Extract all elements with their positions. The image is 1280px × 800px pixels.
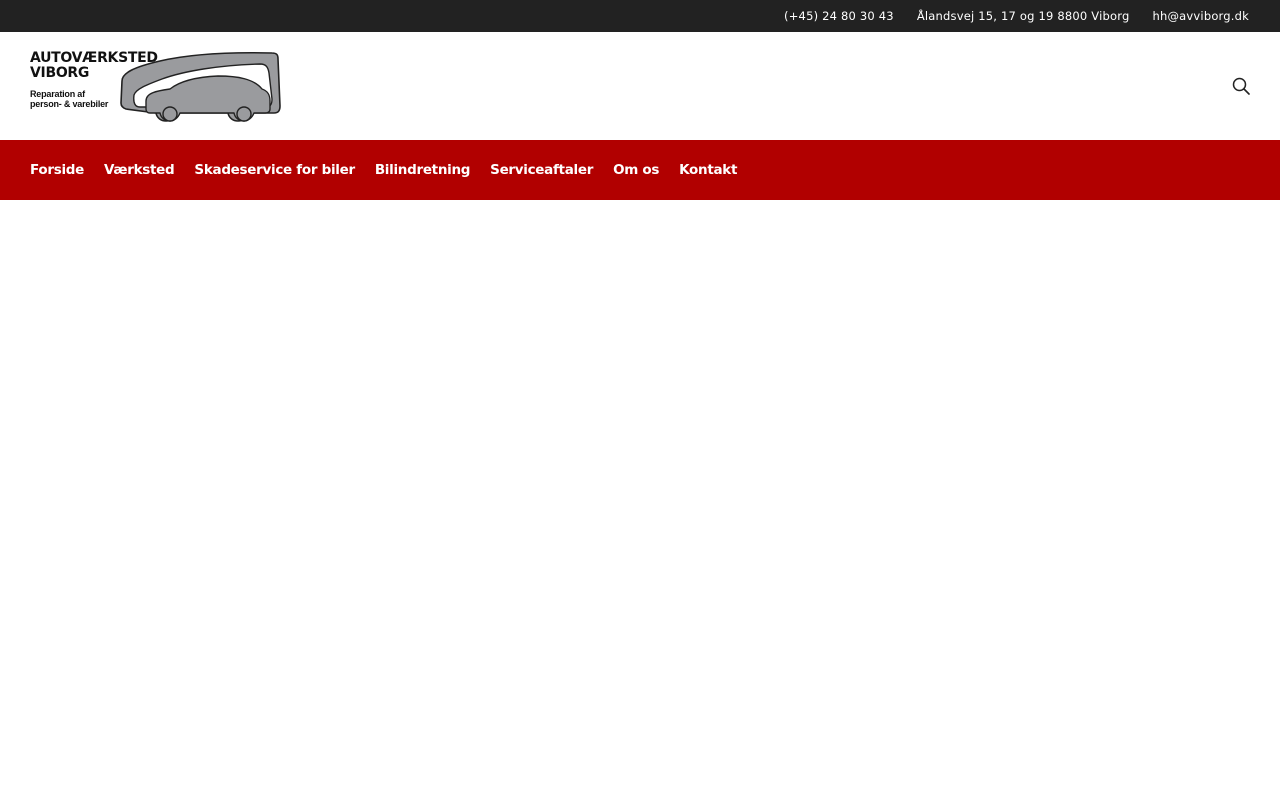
phone-link[interactable]: (+45) 24 80 30 43 (784, 9, 894, 23)
car-van-icon (120, 51, 281, 122)
nav-item-forside[interactable]: Forside (30, 162, 84, 178)
nav-item-bilindretning[interactable]: Bilindretning (375, 162, 471, 178)
nav-item-skadeservice[interactable]: Skadeservice for biler (194, 162, 355, 178)
main-navigation: Forside Værksted Skadeservice for biler … (0, 140, 1280, 200)
email-link[interactable]: hh@avviborg.dk (1152, 9, 1249, 23)
nav-item-om-os[interactable]: Om os (613, 162, 659, 178)
search-button[interactable] (1230, 75, 1252, 97)
top-info-bar: (+45) 24 80 30 43 Ålandsvej 15, 17 og 19… (0, 0, 1280, 32)
main-content (0, 200, 1280, 800)
search-icon (1232, 77, 1250, 95)
site-logo[interactable]: AUTOVÆRKSTED VIBORG Reparation af person… (30, 51, 282, 123)
nav-item-serviceaftaler[interactable]: Serviceaftaler (490, 162, 593, 178)
address-link[interactable]: Ålandsvej 15, 17 og 19 8800 Viborg (917, 9, 1130, 23)
nav-item-vaerksted[interactable]: Værksted (104, 162, 175, 178)
site-header: AUTOVÆRKSTED VIBORG Reparation af person… (0, 32, 1280, 140)
nav-item-kontakt[interactable]: Kontakt (679, 162, 737, 178)
